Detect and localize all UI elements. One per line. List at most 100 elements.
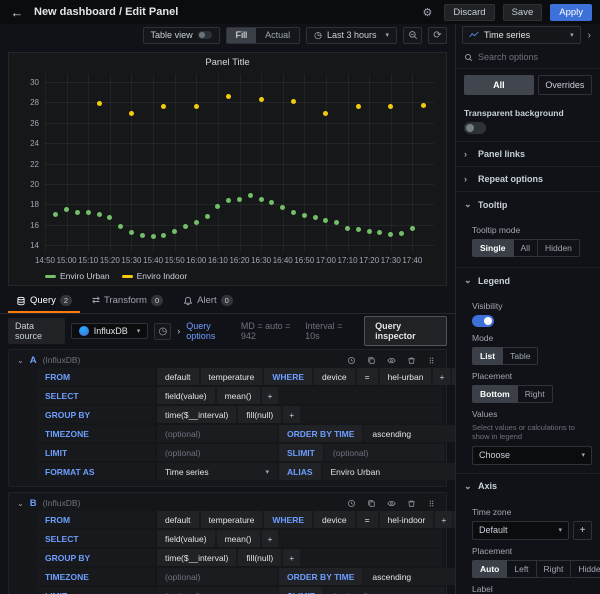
segment-plus[interactable]: +: [283, 549, 300, 566]
tab-all[interactable]: All: [464, 75, 534, 95]
segment-keyword[interactable]: WHERE: [264, 511, 312, 528]
datasource-help-icon[interactable]: ◷: [154, 323, 171, 340]
segment-value[interactable]: default: [157, 368, 199, 385]
table-view-toggle[interactable]: Table view: [143, 27, 220, 44]
tab-transform[interactable]: ⇄ Transform 0: [84, 291, 171, 313]
legend-item[interactable]: Enviro Urban: [45, 271, 110, 281]
query-header-B[interactable]: ⌄B(InfluxDB): [13, 495, 442, 511]
eye-icon[interactable]: [384, 356, 398, 365]
copy-icon[interactable]: [364, 356, 378, 365]
back-icon[interactable]: ←: [8, 5, 26, 20]
datasource-select[interactable]: InfluxDB: [71, 323, 149, 339]
segment-op[interactable]: =: [357, 511, 378, 528]
segment-value[interactable]: device: [314, 368, 355, 385]
history-icon[interactable]: [344, 499, 358, 508]
tooltip-section-header[interactable]: ⌄ Tooltip: [456, 192, 600, 217]
segment-value[interactable]: temperature: [201, 511, 263, 528]
segment-optional[interactable]: (optional): [157, 444, 277, 461]
trash-icon[interactable]: [404, 356, 418, 365]
copy-icon[interactable]: [364, 499, 378, 508]
segbtn-bottom[interactable]: Bottom: [472, 385, 518, 403]
segment-optional[interactable]: (optional): [157, 587, 277, 594]
segment-value[interactable]: fill(null): [238, 406, 281, 423]
save-button[interactable]: Save: [503, 4, 543, 21]
segment-keyword[interactable]: ALIAS: [279, 463, 321, 480]
axis-section-header[interactable]: ⌄ Axis: [456, 474, 600, 499]
drag-handle-icon[interactable]: [424, 499, 438, 508]
segment-optional[interactable]: (optional): [325, 587, 445, 594]
panel-type-select[interactable]: Time series: [462, 26, 581, 44]
collapse-sidebar-icon[interactable]: ›: [585, 30, 594, 41]
refresh-icon[interactable]: ⟳: [428, 27, 447, 44]
segbtn-right[interactable]: Right: [537, 560, 572, 578]
segment-keyword[interactable]: ORDER BY TIME: [279, 568, 362, 585]
legend-section-header[interactable]: ⌄ Legend: [456, 268, 600, 293]
eye-icon[interactable]: [384, 499, 398, 508]
segment-value[interactable]: default: [157, 511, 199, 528]
zoom-out-icon[interactable]: [403, 27, 422, 44]
axis-timezone-select[interactable]: Default: [472, 521, 569, 540]
segment-value[interactable]: time($__interval): [157, 549, 236, 566]
segment-select[interactable]: ascending: [364, 425, 455, 442]
segment-value[interactable]: fill(null): [238, 549, 281, 566]
segbtn-left[interactable]: Left: [507, 560, 536, 578]
segment-value[interactable]: field(value): [157, 530, 215, 547]
segment-input[interactable]: Enviro Urban: [323, 463, 456, 480]
trash-icon[interactable]: [404, 499, 418, 508]
legend-visibility-toggle[interactable]: [472, 315, 494, 327]
table-view-switch[interactable]: [198, 31, 212, 39]
fill-button[interactable]: Fill: [227, 28, 257, 43]
segbtn-table[interactable]: Table: [503, 347, 538, 365]
tab-query[interactable]: Query 2: [8, 291, 80, 313]
repeat-options-section[interactable]: › Repeat options: [456, 167, 600, 192]
tab-alert[interactable]: Alert 0: [175, 291, 241, 313]
time-range-picker[interactable]: ◷ Last 3 hours: [306, 27, 397, 44]
segment-plus[interactable]: +: [435, 511, 452, 528]
segment-keyword[interactable]: SLIMIT: [279, 444, 323, 461]
segment-keyword[interactable]: ORDER BY TIME: [279, 425, 362, 442]
segment-value[interactable]: mean(): [217, 387, 260, 404]
segment-op[interactable]: =: [357, 368, 378, 385]
segment-plus[interactable]: +: [262, 387, 279, 404]
segbtn-single[interactable]: Single: [472, 239, 514, 257]
segbtn-all[interactable]: All: [514, 239, 538, 257]
add-timezone-button[interactable]: +: [573, 521, 592, 540]
drag-handle-icon[interactable]: [424, 356, 438, 365]
segment-select[interactable]: ascending: [364, 568, 455, 585]
segbtn-hidden[interactable]: Hidden: [538, 239, 580, 257]
segment-optional[interactable]: (optional): [157, 425, 277, 442]
options-search[interactable]: Search options: [456, 46, 600, 69]
gear-icon[interactable]: ⚙: [419, 5, 437, 20]
segbtn-right[interactable]: Right: [518, 385, 553, 403]
actual-button[interactable]: Actual: [256, 28, 299, 43]
segment-value[interactable]: mean(): [217, 530, 260, 547]
apply-button[interactable]: Apply: [550, 4, 592, 21]
query-options-toggle[interactable]: › Query options MD = auto = 942 Interval…: [177, 321, 352, 341]
segment-optional[interactable]: (optional): [157, 568, 277, 585]
segment-select[interactable]: Time series: [157, 463, 277, 480]
history-icon[interactable]: [344, 356, 358, 365]
panel-links-section[interactable]: › Panel links: [456, 142, 600, 167]
segment-value[interactable]: device: [314, 511, 355, 528]
segment-value[interactable]: time($__interval): [157, 406, 236, 423]
tab-overrides[interactable]: Overrides: [538, 75, 592, 95]
transparent-bg-toggle[interactable]: [464, 122, 486, 134]
segment-keyword[interactable]: SLIMIT: [279, 587, 323, 594]
legend-item[interactable]: Enviro Indoor: [122, 271, 188, 281]
query-inspector-button[interactable]: Query inspector: [364, 316, 447, 346]
segment-keyword[interactable]: WHERE: [264, 368, 312, 385]
segment-value[interactable]: temperature: [201, 368, 263, 385]
segment-plus[interactable]: +: [433, 368, 450, 385]
segbtn-hidden[interactable]: Hidden: [571, 560, 600, 578]
segment-optional[interactable]: (optional): [325, 444, 445, 461]
query-header-A[interactable]: ⌄A(InfluxDB): [13, 352, 442, 368]
segment-plus[interactable]: +: [283, 406, 300, 423]
segbtn-list[interactable]: List: [472, 347, 503, 365]
segment-plus[interactable]: +: [262, 530, 279, 547]
legend-values-select[interactable]: Choose: [472, 446, 592, 465]
segment-value[interactable]: hel-urban: [380, 368, 432, 385]
discard-button[interactable]: Discard: [444, 4, 494, 21]
segment-value[interactable]: field(value): [157, 387, 215, 404]
segbtn-auto[interactable]: Auto: [472, 560, 507, 578]
segment-value[interactable]: hel-indoor: [380, 511, 434, 528]
